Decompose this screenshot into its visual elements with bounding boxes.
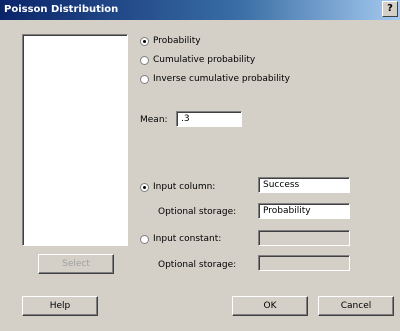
input-column-label: Input column: bbox=[153, 182, 216, 192]
select-button[interactable]: Select bbox=[38, 254, 114, 274]
variable-list[interactable] bbox=[22, 34, 128, 246]
radio-icon[interactable] bbox=[140, 56, 149, 65]
radio-inverse-label: Inverse cumulative probability bbox=[153, 74, 290, 84]
optional-storage-label-2: Optional storage: bbox=[158, 260, 237, 270]
help-button[interactable]: Help bbox=[22, 296, 98, 316]
radio-icon[interactable] bbox=[140, 235, 149, 244]
radio-probability-label: Probability bbox=[153, 36, 201, 46]
mean-label: Mean: bbox=[140, 115, 168, 125]
radio-icon[interactable] bbox=[140, 37, 149, 46]
ok-button[interactable]: OK bbox=[232, 296, 308, 316]
radio-cumulative-label: Cumulative probability bbox=[153, 55, 256, 65]
optional-storage-label-1: Optional storage: bbox=[158, 207, 237, 217]
help-icon[interactable]: ? bbox=[382, 1, 398, 17]
radio-icon[interactable] bbox=[140, 75, 149, 84]
radio-icon[interactable] bbox=[140, 183, 149, 192]
title-bar: Poisson Distribution ? bbox=[0, 0, 400, 20]
optional-storage-field-1[interactable]: Probability bbox=[258, 203, 350, 219]
mean-input[interactable]: .3 bbox=[176, 111, 242, 127]
input-column-field[interactable]: Success bbox=[258, 177, 350, 193]
window-title: Poisson Distribution bbox=[4, 4, 119, 15]
input-constant-label: Input constant: bbox=[153, 234, 222, 244]
input-constant-field[interactable] bbox=[258, 230, 350, 246]
optional-storage-field-2[interactable] bbox=[258, 255, 350, 271]
cancel-button[interactable]: Cancel bbox=[318, 296, 394, 316]
